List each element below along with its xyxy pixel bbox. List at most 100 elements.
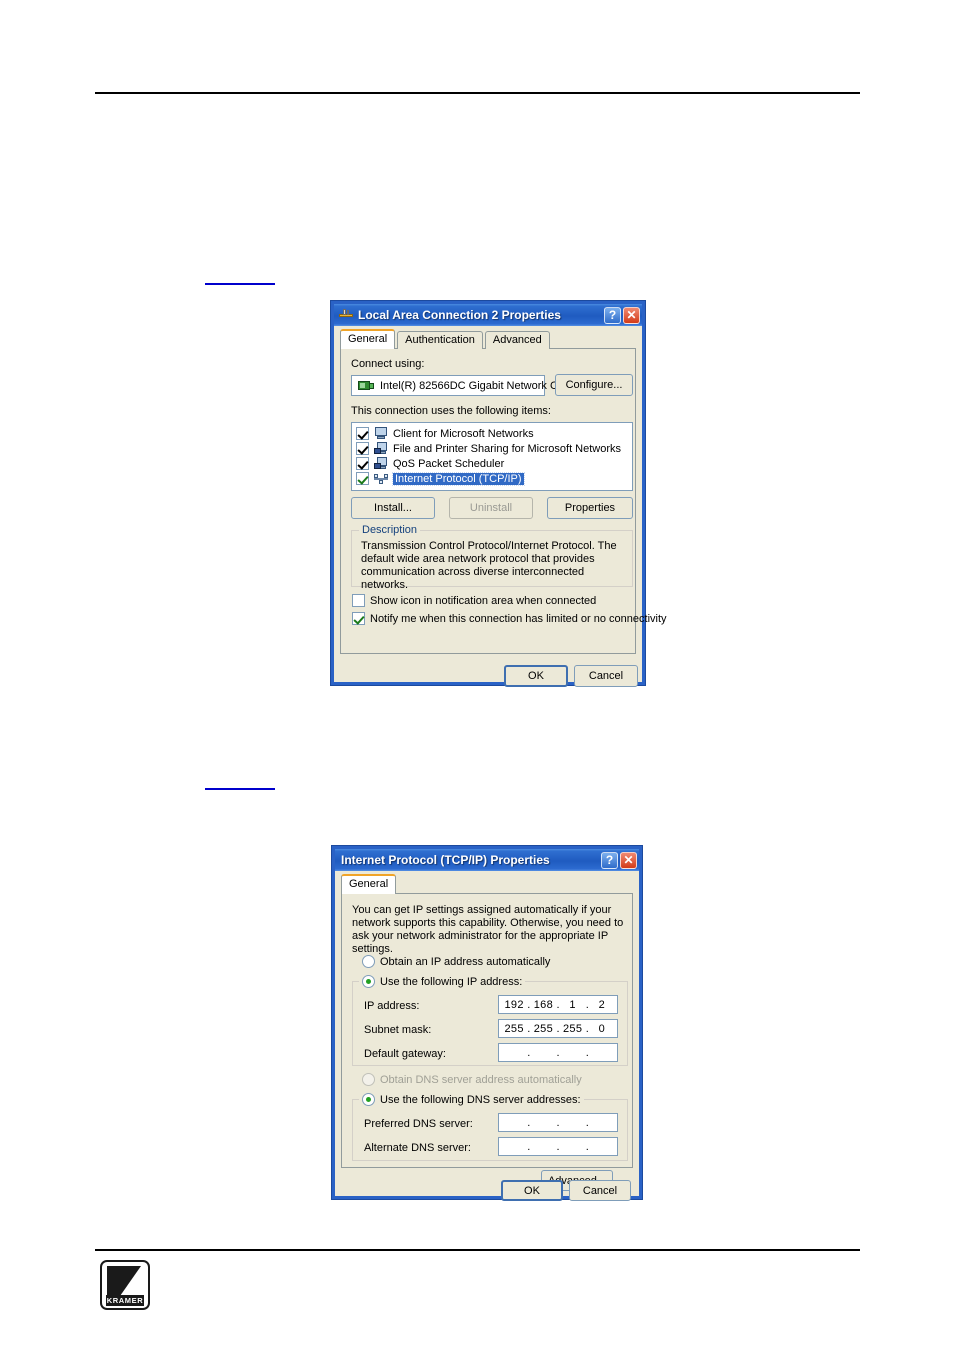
adapter-name: Intel(R) 82566DC Gigabit Network Co — [380, 379, 565, 392]
notify-checkbox-row[interactable]: Notify me when this connection has limit… — [352, 612, 667, 625]
close-icon[interactable]: ✕ — [623, 306, 640, 324]
checkbox-icon[interactable] — [356, 472, 369, 485]
kramer-logo: KRAMER — [100, 1260, 150, 1310]
obtain-ip-radio-label: Obtain an IP address automatically — [380, 955, 551, 968]
cancel-button-label: Cancel — [582, 1184, 618, 1197]
internet-protocol-properties-dialog: Internet Protocol (TCP/IP) Properties ? … — [331, 845, 643, 1201]
ip-octet-4: 2 — [598, 998, 606, 1011]
description-groupbox: Description Transmission Control Protoco… — [351, 524, 633, 591]
ok-button[interactable]: OK — [504, 665, 568, 687]
header-rule — [95, 92, 860, 94]
help-icon[interactable]: ? — [601, 851, 618, 869]
components-listbox[interactable]: Client for Microsoft Networks File and P… — [351, 422, 633, 491]
dialog2-general-panel: You can get IP settings assigned automat… — [341, 893, 633, 1191]
use-following-ip-groupbox: Use the following IP address: IP address… — [352, 975, 628, 1066]
ip-octet-2: 168 — [533, 998, 553, 1011]
dialog1-body: General Authentication Advanced Connect … — [334, 326, 667, 687]
intro-text: You can get IP settings assigned automat… — [352, 904, 624, 955]
radio-icon[interactable] — [362, 1093, 375, 1106]
list-item-selected[interactable]: Internet Protocol (TCP/IP) — [352, 471, 632, 486]
alternate-dns-input[interactable]: . . . — [498, 1137, 618, 1156]
dialog2-titlebar[interactable]: Internet Protocol (TCP/IP) Properties ? … — [335, 849, 639, 871]
dialog2-body: General You can get IP settings assigned… — [335, 871, 639, 1201]
checkbox-icon[interactable] — [356, 442, 369, 455]
network-connection-icon — [338, 307, 354, 323]
protocol-icon — [374, 472, 388, 485]
ok-button-label: OK — [524, 1184, 540, 1197]
list-item-label: File and Printer Sharing for Microsoft N… — [393, 442, 622, 455]
use-following-ip-radio-row[interactable]: Use the following IP address: — [359, 975, 526, 988]
configure-button[interactable]: Configure... — [555, 374, 633, 396]
kramer-wordmark: KRAMER — [106, 1295, 144, 1306]
description-text: Transmission Control Protocol/Internet P… — [361, 540, 617, 591]
tab-general[interactable]: General — [340, 329, 396, 349]
install-button[interactable]: Install... — [351, 497, 435, 519]
connect-using-label: Connect using: — [351, 358, 425, 370]
printer-sharing-icon — [374, 457, 388, 470]
kramer-k-glyph — [107, 1266, 143, 1296]
alternate-dns-label: Alternate DNS server: — [364, 1142, 471, 1154]
subnet-octet-4: 0 — [598, 1022, 606, 1035]
uninstall-button: Uninstall — [449, 497, 533, 519]
help-icon[interactable]: ? — [604, 306, 621, 324]
ip-address-label: IP address: — [364, 1000, 420, 1012]
checkbox-icon[interactable] — [352, 594, 365, 607]
close-icon[interactable]: ✕ — [620, 851, 637, 869]
preferred-dns-input[interactable]: . . . — [498, 1113, 618, 1132]
list-item[interactable]: QoS Packet Scheduler — [352, 456, 632, 471]
list-item[interactable]: File and Printer Sharing for Microsoft N… — [352, 441, 632, 456]
items-label: This connection uses the following items… — [351, 405, 551, 417]
use-following-dns-groupbox: Use the following DNS server addresses: … — [352, 1093, 628, 1161]
preferred-dns-label: Preferred DNS server: — [364, 1118, 473, 1130]
adapter-field[interactable]: Intel(R) 82566DC Gigabit Network Co — [351, 375, 564, 396]
ip-octet-3: 1 — [569, 998, 576, 1011]
local-area-connection-properties-dialog: Local Area Connection 2 Properties ? ✕ G… — [330, 300, 667, 687]
use-following-dns-radio-label: Use the following DNS server addresses: — [380, 1093, 581, 1106]
cancel-button[interactable]: Cancel — [569, 1180, 631, 1201]
dialog1-general-panel: Connect using: Intel(R) 82566DC Gigabit … — [340, 348, 667, 654]
radio-icon[interactable] — [362, 955, 375, 968]
dialog1-title: Local Area Connection 2 Properties — [358, 308, 561, 322]
obtain-dns-radio-label: Obtain DNS server address automatically — [380, 1073, 582, 1086]
dialog2-tabstrip: General — [341, 874, 398, 894]
ok-button-label: OK — [528, 670, 544, 682]
list-item-label: QoS Packet Scheduler — [393, 457, 505, 470]
install-button-label: Install... — [374, 502, 412, 514]
tab-general[interactable]: General — [341, 874, 397, 894]
computer-icon — [374, 427, 388, 440]
cross-reference-link-1[interactable] — [205, 283, 275, 285]
list-item-label: Client for Microsoft Networks — [393, 427, 534, 440]
network-adapter-icon — [358, 379, 374, 392]
tab-advanced[interactable]: Advanced — [484, 331, 550, 349]
list-item-label: Internet Protocol (TCP/IP) — [392, 471, 525, 486]
obtain-ip-radio-row[interactable]: Obtain an IP address automatically — [362, 955, 550, 968]
subnet-mask-label: Subnet mask: — [364, 1024, 432, 1036]
cancel-button-label: Cancel — [588, 670, 624, 682]
checkbox-icon[interactable] — [352, 612, 365, 625]
ip-octet-1: 192 — [504, 998, 524, 1011]
properties-button[interactable]: Properties — [547, 497, 633, 519]
footer-rule — [95, 1249, 860, 1251]
cross-reference-link-2[interactable] — [205, 788, 275, 790]
radio-icon — [362, 1073, 375, 1086]
list-item[interactable]: Client for Microsoft Networks — [352, 426, 632, 441]
checkbox-icon[interactable] — [356, 427, 369, 440]
show-icon-checkbox-label: Show icon in notification area when conn… — [370, 594, 597, 607]
default-gateway-input[interactable]: . . . — [498, 1043, 618, 1062]
dialog2-title: Internet Protocol (TCP/IP) Properties — [341, 853, 550, 867]
obtain-dns-radio-row: Obtain DNS server address automatically — [362, 1073, 582, 1086]
ip-address-input[interactable]: 192 . 168 . 1 . 2 — [498, 995, 618, 1014]
tab-authentication[interactable]: Authentication — [397, 331, 483, 349]
radio-icon[interactable] — [362, 975, 375, 988]
uninstall-button-label: Uninstall — [469, 502, 513, 514]
subnet-octet-3: 255 — [562, 1022, 583, 1035]
cancel-button[interactable]: Cancel — [574, 665, 638, 687]
subnet-mask-input[interactable]: 255 . 255 . 255 . 0 — [498, 1019, 618, 1038]
subnet-octet-2: 255 — [533, 1022, 553, 1035]
ok-button[interactable]: OK — [501, 1180, 563, 1201]
use-following-dns-radio-row[interactable]: Use the following DNS server addresses: — [359, 1093, 584, 1106]
checkbox-icon[interactable] — [356, 457, 369, 470]
show-icon-checkbox-row[interactable]: Show icon in notification area when conn… — [352, 594, 596, 607]
default-gateway-label: Default gateway: — [364, 1048, 446, 1060]
dialog1-titlebar[interactable]: Local Area Connection 2 Properties ? ✕ — [334, 304, 642, 326]
